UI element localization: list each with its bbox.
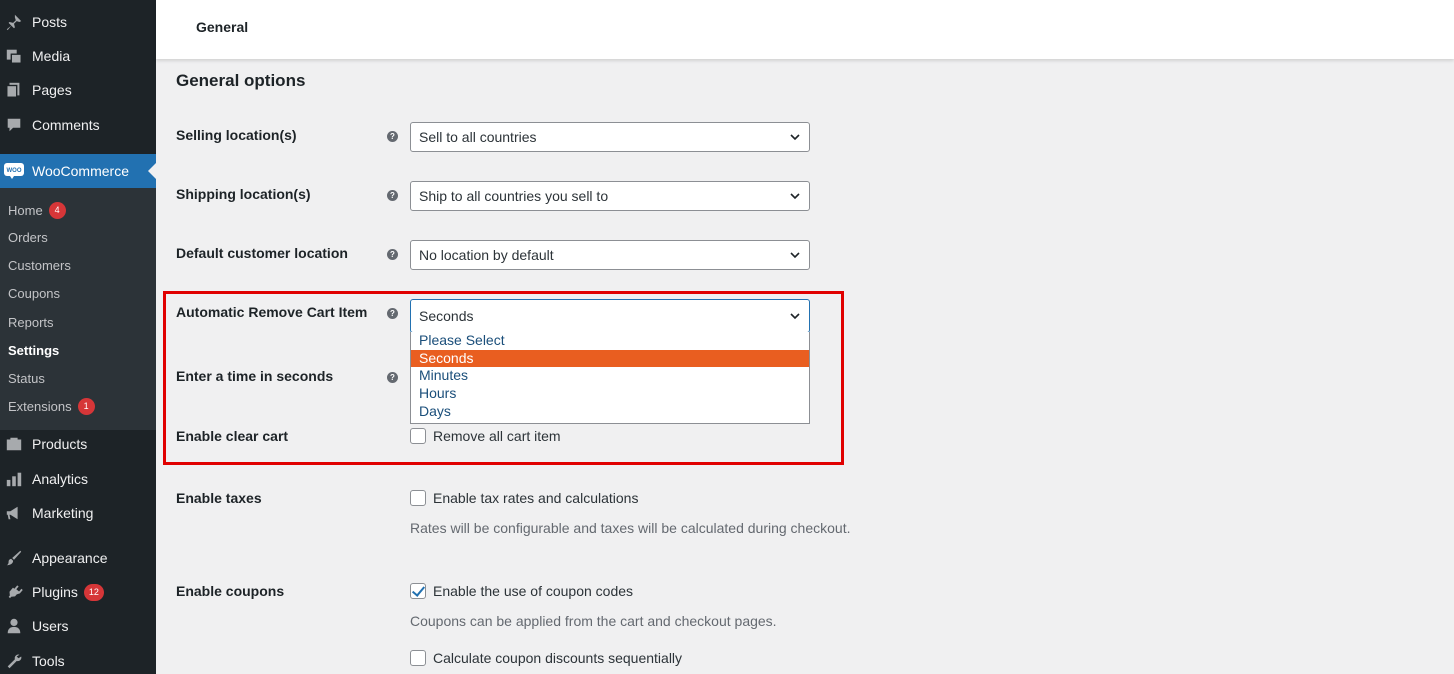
help-icon[interactable]: ? (387, 308, 398, 319)
plugin-icon (4, 582, 24, 602)
remove-cart-select[interactable]: Seconds (410, 299, 810, 333)
menu-woocommerce-label: WooCommerce (32, 163, 129, 179)
settings-header: General (156, 0, 1454, 59)
coupons-description: Coupons can be applied from the cart and… (410, 613, 777, 629)
selling-location-value: Sell to all countries (419, 129, 537, 145)
user-icon (4, 616, 24, 636)
pages-icon (4, 80, 24, 100)
submenu-home[interactable]: Home 4 (8, 200, 66, 220)
chevron-down-icon (790, 134, 800, 141)
shipping-location-value: Ship to all countries you sell to (419, 188, 609, 204)
coupons-checkbox[interactable] (410, 583, 426, 599)
submenu-customers[interactable]: Customers (8, 255, 71, 275)
home-badge: 4 (48, 201, 66, 219)
menu-comments[interactable]: Comments (0, 108, 156, 142)
menu-comments-label: Comments (32, 117, 100, 133)
help-icon[interactable]: ? (387, 372, 398, 383)
media-icon (4, 46, 24, 66)
woo-icon-text: WOO (7, 168, 22, 174)
taxes-checkbox[interactable] (410, 490, 426, 506)
menu-woocommerce[interactable]: WOO WooCommerce (0, 154, 156, 188)
menu-tools[interactable]: Tools (0, 644, 156, 674)
option-please-select[interactable]: Please Select (411, 332, 809, 350)
customer-location-label: Default customer location (176, 245, 348, 261)
brush-icon (4, 548, 24, 568)
remove-cart-label: Automatic Remove Cart Item (176, 304, 368, 320)
tab-general[interactable]: General (196, 19, 248, 35)
menu-appearance-label: Appearance (32, 550, 108, 566)
comments-icon (4, 115, 24, 135)
menu-posts[interactable]: Posts (0, 5, 156, 39)
submenu-reports[interactable]: Reports (8, 312, 54, 332)
menu-marketing-label: Marketing (32, 505, 94, 521)
submenu-home-label: Home (8, 202, 43, 218)
remove-cart-options-list: Please Select Seconds Minutes Hours Days (410, 332, 810, 424)
submenu-settings[interactable]: Settings (8, 340, 59, 360)
menu-plugins[interactable]: Plugins 12 (0, 575, 156, 609)
sequential-checkbox-label[interactable]: Calculate coupon discounts sequentially (433, 650, 682, 666)
clear-cart-label: Enable clear cart (176, 428, 289, 444)
menu-media[interactable]: Media (0, 39, 156, 73)
menu-users-label: Users (32, 618, 69, 634)
time-seconds-label: Enter a time in seconds (176, 368, 334, 384)
admin-sidebar: Posts Media Pages Comments WOO WooCommer… (0, 0, 156, 674)
chevron-down-icon (790, 193, 800, 200)
option-hours[interactable]: Hours (411, 385, 809, 403)
taxes-label: Enable taxes (176, 490, 262, 506)
selling-location-select[interactable]: Sell to all countries (410, 122, 810, 152)
analytics-icon (4, 469, 24, 489)
option-days[interactable]: Days (411, 403, 809, 421)
woocommerce-submenu: Home 4 Orders Customers Coupons Reports … (0, 188, 156, 430)
submenu-coupons[interactable]: Coupons (8, 283, 60, 303)
plugins-badge: 12 (83, 583, 104, 601)
shipping-location-select[interactable]: Ship to all countries you sell to (410, 181, 810, 211)
settings-main: General options Selling location(s) ? Se… (156, 59, 1454, 674)
coupons-checkbox-label[interactable]: Enable the use of coupon codes (433, 583, 633, 599)
remove-cart-value: Seconds (419, 308, 474, 324)
submenu-extensions[interactable]: Extensions 1 (8, 396, 95, 416)
clear-cart-checkbox-label[interactable]: Remove all cart item (433, 428, 561, 444)
products-icon (4, 434, 24, 454)
selling-location-label: Selling location(s) (176, 127, 297, 143)
menu-products[interactable]: Products (0, 427, 156, 461)
submenu-orders[interactable]: Orders (8, 227, 48, 247)
coupons-label: Enable coupons (176, 583, 285, 599)
menu-analytics[interactable]: Analytics (0, 462, 156, 496)
help-icon[interactable]: ? (387, 190, 398, 201)
menu-pages-label: Pages (32, 82, 72, 98)
menu-appearance[interactable]: Appearance (0, 541, 156, 575)
submenu-status[interactable]: Status (8, 368, 45, 388)
menu-users[interactable]: Users (0, 609, 156, 643)
menu-posts-label: Posts (32, 14, 68, 30)
clear-cart-checkbox[interactable] (410, 428, 426, 444)
chevron-down-icon (790, 252, 800, 259)
help-icon[interactable]: ? (387, 249, 398, 260)
option-seconds[interactable]: Seconds (411, 349, 809, 368)
wrench-icon (4, 651, 24, 671)
shipping-location-label: Shipping location(s) (176, 186, 311, 202)
extensions-badge: 1 (77, 397, 95, 415)
section-title: General options (176, 71, 306, 90)
menu-tools-label: Tools (32, 653, 65, 669)
taxes-description: Rates will be configurable and taxes wil… (410, 520, 851, 536)
menu-plugins-label: Plugins (32, 584, 78, 600)
taxes-checkbox-label[interactable]: Enable tax rates and calculations (433, 490, 638, 506)
menu-media-label: Media (32, 48, 71, 64)
woo-icon: WOO (4, 161, 24, 181)
customer-location-value: No location by default (419, 247, 554, 263)
pin-icon (4, 12, 24, 32)
submenu-extensions-label: Extensions (8, 398, 72, 414)
menu-analytics-label: Analytics (32, 471, 89, 487)
menu-marketing[interactable]: Marketing (0, 496, 156, 530)
menu-products-label: Products (32, 436, 88, 452)
menu-pages[interactable]: Pages (0, 73, 156, 107)
option-minutes[interactable]: Minutes (411, 367, 809, 385)
help-icon[interactable]: ? (387, 131, 398, 142)
sequential-checkbox[interactable] (410, 650, 426, 666)
chevron-down-icon (790, 313, 800, 320)
megaphone-icon (4, 503, 24, 523)
customer-location-select[interactable]: No location by default (410, 240, 810, 270)
